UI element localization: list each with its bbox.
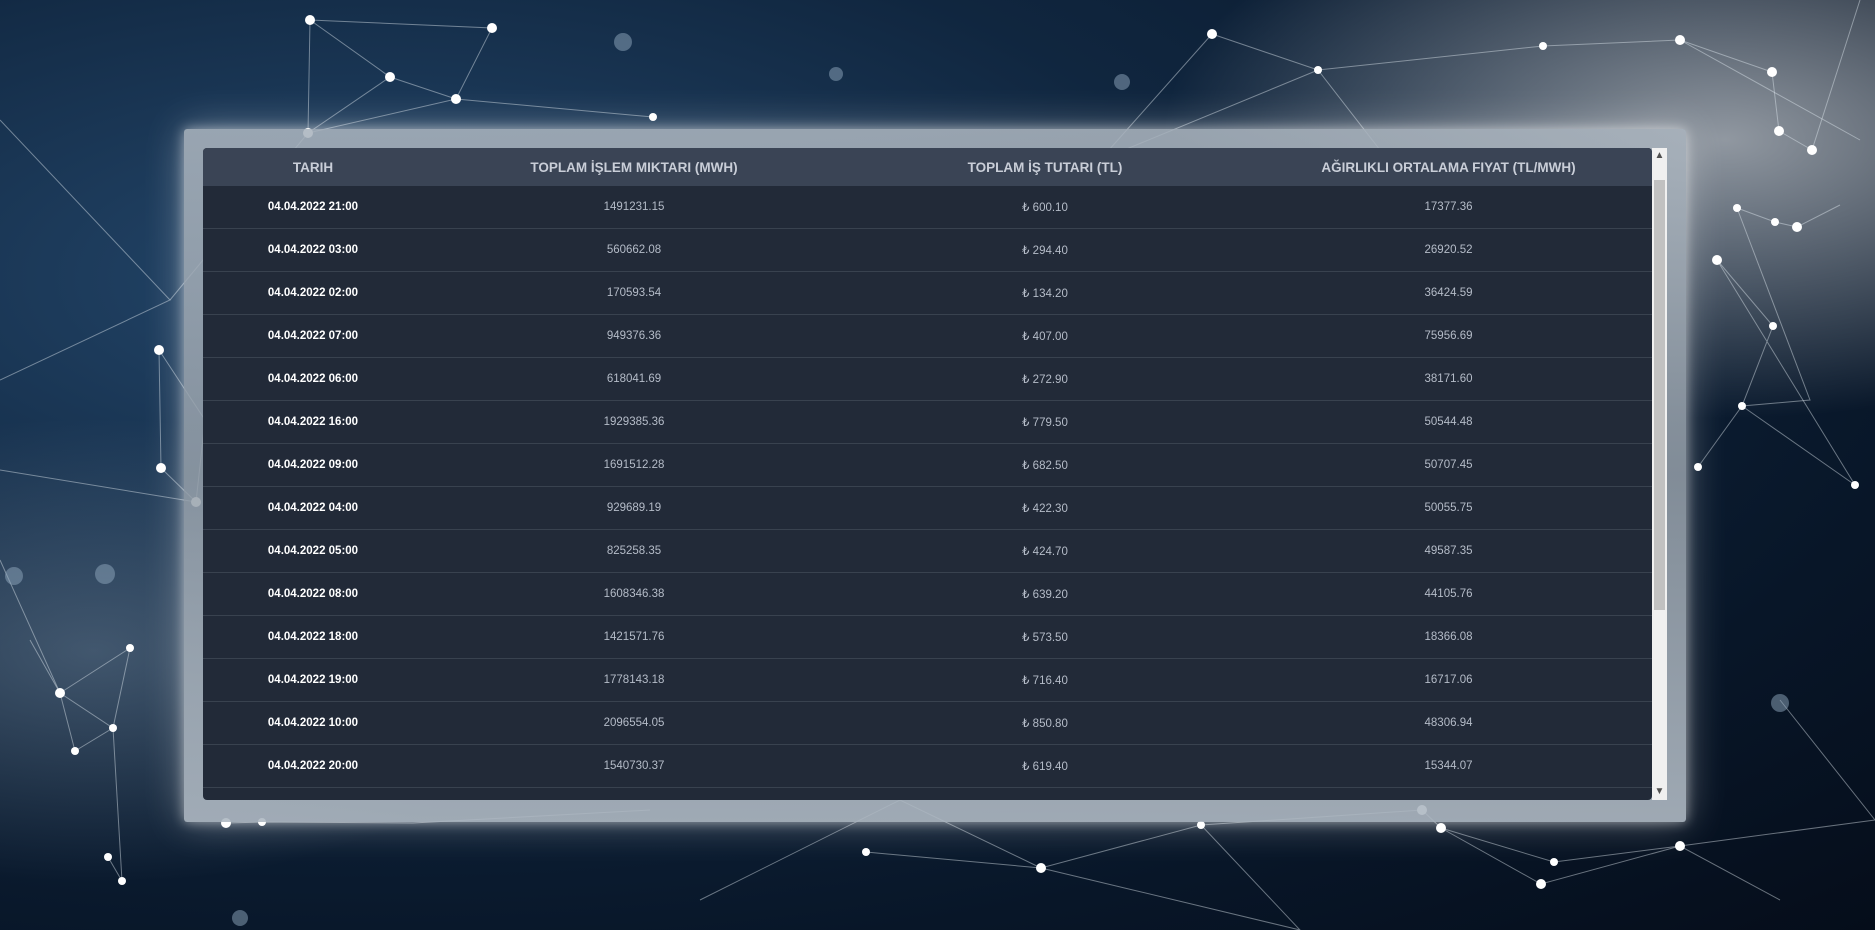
cell-volume: 2096554.05: [423, 701, 845, 745]
cell-date: 04.04.2022 03:00: [203, 228, 423, 272]
scrollbar-thumb[interactable]: [1654, 180, 1665, 610]
table-row[interactable]: 04.04.2022 07:00 949376.36 ₺ 407.00 75956.6…: [203, 314, 1652, 358]
table-row[interactable]: 04.04.2022 04:00 929689.19 ₺ 422.30 50055.7…: [203, 486, 1652, 530]
cell-date: 04.04.2022 16:00: [203, 400, 423, 444]
cell-price: 18366.08: [1245, 615, 1652, 659]
cell-price: 26920.52: [1245, 228, 1652, 272]
cell-price: 36424.59: [1245, 271, 1652, 315]
table-row[interactable]: 04.04.2022 20:00 1540730.37 ₺ 619.40 15344.…: [203, 744, 1652, 788]
chevron-up-icon[interactable]: ▲: [1652, 148, 1667, 164]
table-row[interactable]: 04.04.2022 16:00 1929385.36 ₺ 779.50 50544.…: [203, 400, 1652, 444]
cell-volume: 929689.19: [423, 486, 845, 530]
header-amount[interactable]: TOPLAM İŞ TUTARI (TL): [845, 148, 1245, 186]
cell-date: 04.04.2022 19:00: [203, 658, 423, 702]
cell-amount: ₺ 619.40: [845, 744, 1245, 788]
cell-volume: 1691512.28: [423, 443, 845, 487]
cell-price: 17377.36: [1245, 186, 1652, 229]
cell-volume: 1540730.37: [423, 744, 845, 788]
cell-amount: ₺ 407.00: [845, 314, 1245, 358]
cell-volume: 618041.69: [423, 357, 845, 401]
cell-date: 04.04.2022 04:00: [203, 486, 423, 530]
cell-volume: 1778143.18: [423, 658, 845, 702]
cell-date: 04.04.2022 05:00: [203, 529, 423, 573]
cell-price: 16717.06: [1245, 658, 1652, 702]
table-row[interactable]: 04.04.2022 21:00 1491231.15 ₺ 600.10 17377.…: [203, 186, 1652, 229]
cell-price: 50544.48: [1245, 400, 1652, 444]
cell-date: 04.04.2022 18:00: [203, 615, 423, 659]
cell-amount: ₺ 850.80: [845, 701, 1245, 745]
cell-volume: 170593.54: [423, 271, 845, 315]
cell-price: 48306.94: [1245, 701, 1652, 745]
table-row[interactable]: 04.04.2022 10:00 2096554.05 ₺ 850.80 48306.…: [203, 701, 1652, 745]
cell-date: 04.04.2022 08:00: [203, 572, 423, 616]
cell-price: 44105.76: [1245, 572, 1652, 616]
cell-volume: 1929385.36: [423, 400, 845, 444]
cell-amount: ₺ 682.50: [845, 443, 1245, 487]
cell-date: 04.04.2022 21:00: [203, 186, 423, 229]
cell-volume: 1491231.15: [423, 186, 845, 229]
table-row[interactable]: 04.04.2022 05:00 825258.35 ₺ 424.70 49587.3…: [203, 529, 1652, 573]
table-row[interactable]: 04.04.2022 09:00 1691512.28 ₺ 682.50 50707.…: [203, 443, 1652, 487]
table-row[interactable]: 04.04.2022 19:00 1778143.18 ₺ 716.40 16717.…: [203, 658, 1652, 702]
price-table: TARIH TOPLAM İŞLEM MIKTARI (MWH) TOPLAM …: [203, 148, 1652, 788]
cell-date: 04.04.2022 20:00: [203, 744, 423, 788]
table-row[interactable]: 04.04.2022 08:00 1608346.38 ₺ 639.20 44105.…: [203, 572, 1652, 616]
chevron-down-icon[interactable]: ▼: [1652, 784, 1667, 800]
cell-price: 50707.45: [1245, 443, 1652, 487]
cell-amount: ₺ 134.20: [845, 271, 1245, 315]
table-row[interactable]: 04.04.2022 18:00 1421571.76 ₺ 573.50 18366.…: [203, 615, 1652, 659]
cell-amount: ₺ 294.40: [845, 228, 1245, 272]
table-row[interactable]: 04.04.2022 02:00 170593.54 ₺ 134.20 36424.5…: [203, 271, 1652, 315]
cell-amount: ₺ 422.30: [845, 486, 1245, 530]
cell-amount: ₺ 779.50: [845, 400, 1245, 444]
cell-volume: 1421571.76: [423, 615, 845, 659]
header-date[interactable]: TARIH: [203, 148, 423, 186]
cell-amount: ₺ 424.70: [845, 529, 1245, 573]
data-table-panel: TARIH TOPLAM İŞLEM MIKTARI (MWH) TOPLAM …: [203, 148, 1652, 800]
cell-date: 04.04.2022 06:00: [203, 357, 423, 401]
cell-price: 75956.69: [1245, 314, 1652, 358]
table-row[interactable]: 04.04.2022 06:00 618041.69 ₺ 272.90 38171.6…: [203, 357, 1652, 401]
cell-date: 04.04.2022 07:00: [203, 314, 423, 358]
cell-volume: 949376.36: [423, 314, 845, 358]
cell-amount: ₺ 639.20: [845, 572, 1245, 616]
cell-date: 04.04.2022 02:00: [203, 271, 423, 315]
header-volume[interactable]: TOPLAM İŞLEM MIKTARI (MWH): [423, 148, 845, 186]
vertical-scrollbar[interactable]: ▲ ▼: [1652, 148, 1667, 800]
cell-amount: ₺ 716.40: [845, 658, 1245, 702]
table-header-row: TARIH TOPLAM İŞLEM MIKTARI (MWH) TOPLAM …: [203, 148, 1652, 186]
cell-volume: 1608346.38: [423, 572, 845, 616]
cell-price: 50055.75: [1245, 486, 1652, 530]
cell-date: 04.04.2022 09:00: [203, 443, 423, 487]
table-row[interactable]: 04.04.2022 03:00 560662.08 ₺ 294.40 26920.5…: [203, 228, 1652, 272]
header-price[interactable]: AĞIRLIKLI ORTALAMA FIYAT (TL/MWH): [1245, 148, 1652, 186]
cell-price: 38171.60: [1245, 357, 1652, 401]
cell-volume: 825258.35: [423, 529, 845, 573]
cell-amount: ₺ 272.90: [845, 357, 1245, 401]
cell-price: 49587.35: [1245, 529, 1652, 573]
cell-amount: ₺ 600.10: [845, 186, 1245, 229]
cell-volume: 560662.08: [423, 228, 845, 272]
cell-date: 04.04.2022 10:00: [203, 701, 423, 745]
cell-amount: ₺ 573.50: [845, 615, 1245, 659]
cell-price: 15344.07: [1245, 744, 1652, 788]
